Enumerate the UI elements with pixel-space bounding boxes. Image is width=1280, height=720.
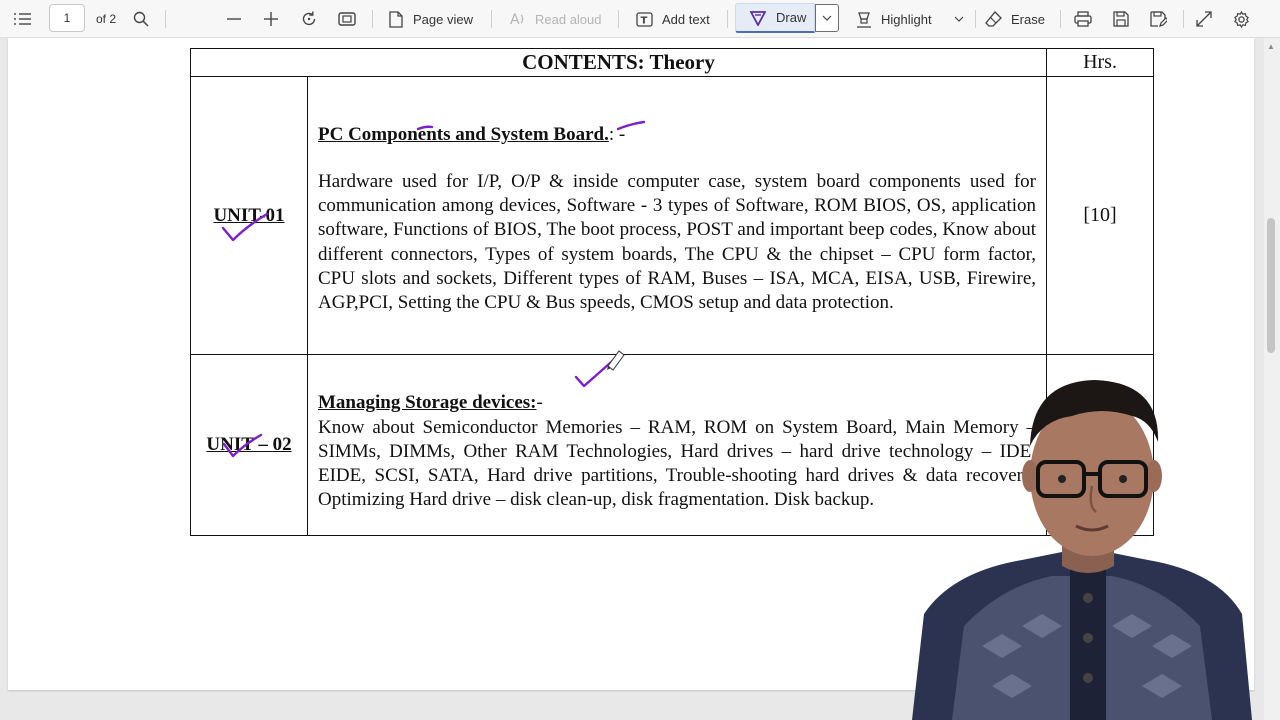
page-view-icon <box>389 10 403 28</box>
draw-pen-icon <box>750 10 766 26</box>
unit-hours: [10] <box>1046 76 1155 355</box>
add-text-label: Add text <box>662 11 710 27</box>
save-as-icon[interactable] <box>1150 0 1167 38</box>
page-number-input[interactable]: 1 <box>49 4 85 32</box>
chevron-down-icon <box>822 15 832 21</box>
erase-button[interactable]: Erase <box>985 0 1045 38</box>
unit-label: UNIT-01 <box>190 76 308 355</box>
eraser-icon <box>985 11 1002 27</box>
highlight-button[interactable]: Highlight <box>856 0 932 38</box>
pdf-toolbar: 1 of 2 Page view A Read aloud T Add text… <box>0 0 1280 38</box>
unit-heading: PC Components and System Board. <box>318 124 609 146</box>
print-icon[interactable] <box>1074 0 1092 38</box>
unit-heading-suffix: - <box>536 392 543 414</box>
save-icon[interactable] <box>1113 0 1129 38</box>
add-text-icon: T <box>636 11 653 27</box>
page-view-label: Page view <box>413 11 473 27</box>
erase-label: Erase <box>1011 11 1045 27</box>
settings-gear-icon[interactable] <box>1233 0 1250 38</box>
rotate-icon[interactable] <box>300 0 318 38</box>
unit-heading: Managing Storage devices: <box>318 392 537 414</box>
add-text-button[interactable]: T Add text <box>636 0 710 38</box>
search-icon[interactable] <box>133 0 149 38</box>
unit-content: PC Components and System Board.: - Hardw… <box>306 76 1048 355</box>
unit-label: UNIT – 02 <box>190 354 308 536</box>
page-total: of 2 <box>96 12 117 26</box>
zoom-out-icon[interactable] <box>227 0 241 38</box>
unit-body: Hardware used for I/P, O/P & inside comp… <box>318 170 1037 314</box>
hours-header: Hrs. <box>1046 48 1155 77</box>
read-aloud-label: Read aloud <box>535 11 602 27</box>
zoom-in-icon[interactable] <box>264 0 278 38</box>
read-aloud-icon: A <box>510 12 524 27</box>
svg-text:A: A <box>510 12 520 27</box>
draw-button[interactable]: Draw <box>735 3 815 33</box>
svg-text:T: T <box>641 15 648 26</box>
draw-options-dropdown[interactable] <box>815 4 839 32</box>
read-aloud-button[interactable]: A Read aloud <box>510 0 602 38</box>
scrollbar-thumb[interactable] <box>1267 218 1275 353</box>
fit-page-icon[interactable] <box>338 0 356 38</box>
highlighter-icon <box>857 11 871 28</box>
chevron-down-icon <box>954 16 964 22</box>
draw-label: Draw <box>776 10 807 25</box>
table-row: UNIT-01 PC Components and System Board.:… <box>190 76 1155 355</box>
contents-header: CONTENTS: Theory <box>189 48 1048 77</box>
vertical-scrollbar[interactable]: ▲ <box>1264 38 1280 720</box>
scroll-up-arrow-icon[interactable]: ▲ <box>1267 42 1275 51</box>
highlight-options-dropdown[interactable] <box>954 0 964 38</box>
highlight-label: Highlight <box>881 11 932 27</box>
contents-icon[interactable] <box>14 0 32 38</box>
page-view-button[interactable]: Page view <box>388 0 473 38</box>
presenter-webcam <box>912 380 1252 720</box>
full-screen-icon[interactable] <box>1196 0 1212 38</box>
unit-heading-suffix: : - <box>608 124 626 146</box>
